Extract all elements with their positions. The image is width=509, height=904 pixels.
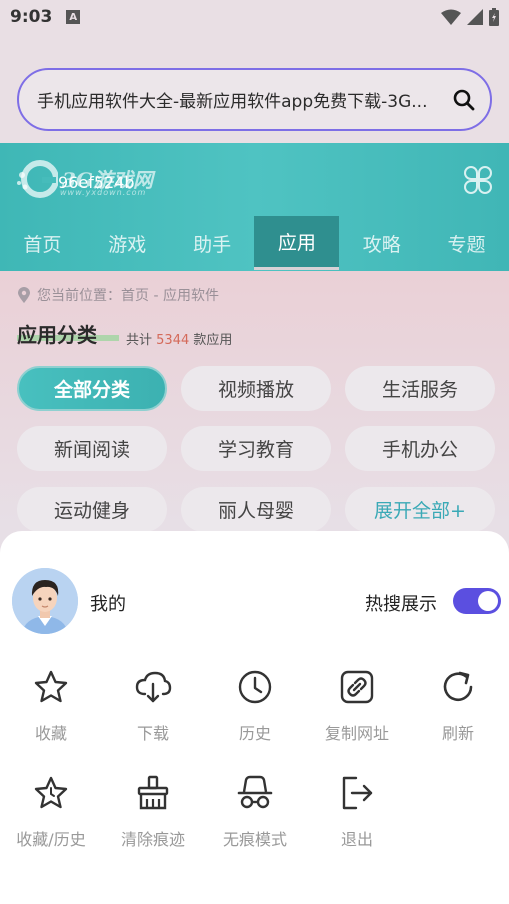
clock-icon <box>238 670 272 704</box>
nav-topics[interactable]: 专题 <box>424 216 509 270</box>
total-count: 5344 <box>156 333 190 348</box>
menu-grid-icon[interactable] <box>463 165 493 195</box>
menu-logout[interactable]: 退出 <box>306 774 408 864</box>
chip-news[interactable]: 新闻阅读 <box>17 426 167 471</box>
menu-clear-traces[interactable]: 清除痕迹 <box>102 774 204 864</box>
menu-label-clear-traces: 清除痕迹 <box>120 830 185 849</box>
logo-g-icon <box>17 160 58 198</box>
link-icon <box>340 670 374 704</box>
incognito-icon <box>237 775 273 809</box>
hot-search-toggle[interactable] <box>453 588 501 614</box>
site-header: 3G游戏网 96ef524b www.yxdown.com 首页 游戏 助手 应… <box>0 143 509 271</box>
menu-refresh[interactable]: 刷新 <box>407 668 509 758</box>
nav-guides[interactable]: 攻略 <box>339 216 424 270</box>
star-history-icon <box>34 776 68 809</box>
chip-education[interactable]: 学习教育 <box>181 426 331 471</box>
search-icon[interactable] <box>452 88 476 112</box>
star-icon <box>34 670 68 703</box>
breadcrumb-text: 您当前位置：首页 - 应用软件 <box>37 288 219 304</box>
menu-label-refresh: 刷新 <box>441 724 474 743</box>
url-bar[interactable]: 手机应用软件大全-最新应用软件app免费下载-3G... <box>17 68 492 131</box>
bottom-sheet: 我的 热搜展示 收藏 下载 历史 复制网址 刷新 收藏/历史 清除痕迹 无痕模式… <box>0 531 509 904</box>
status-time: 9:03 <box>10 7 53 27</box>
total-prefix: 共计 <box>126 333 153 348</box>
nav-assistant[interactable]: 助手 <box>170 216 255 270</box>
logout-icon <box>342 776 373 810</box>
notification-badge: A <box>66 10 81 24</box>
nav-games[interactable]: 游戏 <box>85 216 170 270</box>
nav-apps[interactable]: 应用 <box>254 216 340 270</box>
menu-label-favorites: 收藏 <box>34 724 67 743</box>
avatar[interactable] <box>12 568 78 634</box>
menu-downloads[interactable]: 下载 <box>102 668 204 758</box>
broom-icon <box>137 775 169 810</box>
chip-beauty-baby[interactable]: 丽人母婴 <box>181 487 331 532</box>
menu-label-favorites-history: 收藏/历史 <box>16 830 86 849</box>
cloud-download-icon <box>135 671 172 703</box>
menu-label-copy-url: 复制网址 <box>324 724 389 743</box>
signal-icon <box>467 9 483 25</box>
my-label[interactable]: 我的 <box>90 590 126 616</box>
location-pin-icon <box>18 287 30 303</box>
menu-label-downloads: 下载 <box>136 724 169 743</box>
menu-favorites-history[interactable]: 收藏/历史 <box>0 774 102 864</box>
chip-fitness[interactable]: 运动健身 <box>17 487 167 532</box>
chip-video[interactable]: 视频播放 <box>181 366 331 411</box>
menu-copy-url[interactable]: 复制网址 <box>306 668 408 758</box>
site-nav: 首页 游戏 助手 应用 攻略 专题 <box>0 216 509 270</box>
total-suffix: 款应用 <box>193 333 233 348</box>
toggle-knob <box>478 591 498 611</box>
chip-life-services[interactable]: 生活服务 <box>345 366 495 411</box>
wifi-icon <box>441 9 461 25</box>
chip-office[interactable]: 手机办公 <box>345 426 495 471</box>
url-text[interactable]: 手机应用软件大全-最新应用软件app免费下载-3G... <box>37 87 452 112</box>
menu-history[interactable]: 历史 <box>204 668 306 758</box>
menu-label-history: 历史 <box>238 724 271 743</box>
nav-home[interactable]: 首页 <box>0 216 85 270</box>
logo-subtext: www.yxdown.com <box>60 188 147 197</box>
section-title: 应用分类 <box>17 323 97 347</box>
hot-search-label: 热搜展示 <box>365 594 437 615</box>
app-total: 共计 5344 款应用 <box>126 329 232 348</box>
status-bar: 9:03 A <box>0 0 509 34</box>
breadcrumb: 您当前位置：首页 - 应用软件 <box>17 285 219 305</box>
status-icons <box>441 8 499 26</box>
battery-icon <box>489 8 499 26</box>
avatar-portrait-icon <box>12 568 78 634</box>
refresh-icon <box>443 671 473 702</box>
chip-all-categories[interactable]: 全部分类 <box>17 366 167 411</box>
menu-label-logout: 退出 <box>340 830 373 849</box>
chip-expand-all[interactable]: 展开全部+ <box>345 487 495 532</box>
menu-incognito[interactable]: 无痕模式 <box>204 774 306 864</box>
menu-favorites[interactable]: 收藏 <box>0 668 102 758</box>
menu-label-incognito: 无痕模式 <box>222 830 287 849</box>
